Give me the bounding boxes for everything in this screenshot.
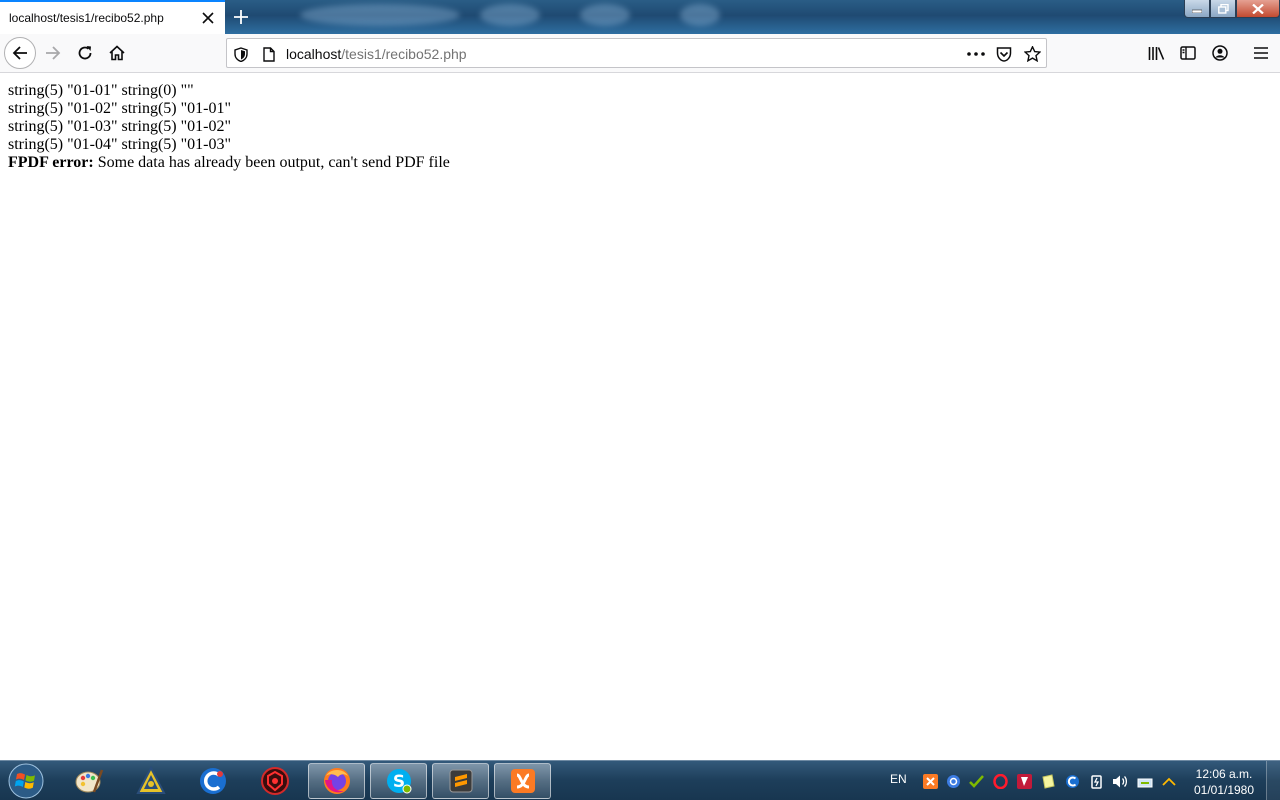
- xampp-icon: [510, 769, 535, 793]
- sidebar-button[interactable]: [1173, 38, 1203, 68]
- antivirus-icon: [260, 767, 289, 795]
- minimize-icon: [1192, 9, 1202, 13]
- taskbar: S EN 12:06 a.m. 01/01/1980: [0, 760, 1280, 800]
- output-line-3: string(5) "01-03" string(5) "01-02": [8, 118, 231, 135]
- windows-start-icon: [8, 763, 44, 799]
- reload-icon: [78, 46, 92, 60]
- hamburger-menu-icon: [1254, 47, 1268, 59]
- skype-icon: S: [386, 769, 411, 794]
- firefox-icon: [323, 768, 350, 794]
- tab-strip: localhost/tesis1/recibo52.php: [0, 0, 1280, 34]
- navigation-toolbar: localhost/tesis1/recibo52.php: [0, 34, 1280, 73]
- show-desktop-button[interactable]: [1266, 761, 1280, 800]
- page-actions-icon[interactable]: [967, 45, 985, 63]
- paint-icon: [75, 769, 103, 793]
- tray-xampp-icon[interactable]: [922, 773, 938, 789]
- arrow-right-icon: [46, 46, 61, 60]
- tracking-protection-icon[interactable]: [232, 45, 250, 63]
- taskbar-skype[interactable]: S: [370, 763, 427, 799]
- taskbar-arduino[interactable]: [122, 763, 179, 799]
- tray-ccleaner-icon[interactable]: [1064, 773, 1080, 789]
- start-button[interactable]: [0, 763, 52, 799]
- bookmark-star-icon[interactable]: [1023, 45, 1041, 63]
- menu-button[interactable]: [1246, 38, 1276, 68]
- output-line-1: string(5) "01-01" string(0) "": [8, 82, 194, 99]
- restore-icon: [1217, 3, 1229, 14]
- tab-title: localhost/tesis1/recibo52.php: [9, 11, 164, 25]
- tray-notes-icon[interactable]: [1040, 773, 1056, 789]
- output-line-4: string(5) "01-04" string(5) "01-03": [8, 136, 231, 153]
- tray-volume-icon[interactable]: [1112, 773, 1128, 789]
- system-clock[interactable]: 12:06 a.m. 01/01/1980: [1188, 766, 1260, 798]
- tray-opera-icon[interactable]: [992, 773, 1008, 789]
- reload-button[interactable]: [70, 38, 100, 68]
- tray-wifi-icon[interactable]: [1137, 773, 1153, 789]
- error-text: Some data has already been output, can't…: [93, 154, 450, 171]
- tray-show-hidden-icon[interactable]: [1161, 773, 1177, 789]
- arduino-icon: [135, 766, 166, 794]
- page-info-icon[interactable]: [260, 45, 278, 63]
- error-message: FPDF error: Some data has already been o…: [8, 154, 450, 172]
- url-text[interactable]: localhost/tesis1/recibo52.php: [286, 46, 467, 62]
- tray-power-icon[interactable]: [1088, 773, 1104, 789]
- language-indicator[interactable]: EN: [890, 772, 907, 786]
- new-tab-button[interactable]: [231, 7, 251, 27]
- ccleaner-icon: [199, 768, 226, 794]
- sidebar-icon: [1180, 46, 1196, 60]
- home-button[interactable]: [102, 38, 132, 68]
- minimize-button[interactable]: [1184, 0, 1210, 18]
- url-path: /tesis1/recibo52.php: [341, 46, 467, 62]
- forward-button[interactable]: [38, 38, 68, 68]
- error-label: FPDF error:: [8, 154, 94, 171]
- taskbar-xampp[interactable]: [494, 763, 551, 799]
- back-button[interactable]: [4, 37, 36, 69]
- restore-button[interactable]: [1210, 0, 1236, 18]
- taskbar-paint[interactable]: [60, 763, 117, 799]
- library-button[interactable]: [1141, 38, 1171, 68]
- close-icon: [1252, 3, 1264, 14]
- clock-date: 01/01/1980: [1193, 783, 1255, 797]
- taskbar-sublime-text[interactable]: [432, 763, 489, 799]
- taskbar-firefox[interactable]: [308, 763, 365, 799]
- tray-antivirus-icon[interactable]: [1016, 773, 1032, 789]
- taskbar-antivirus[interactable]: [246, 763, 303, 799]
- tray-security-icon[interactable]: [968, 773, 984, 789]
- page-content: string(5) "01-01" string(0) "" string(5)…: [8, 82, 450, 172]
- account-icon: [1212, 45, 1228, 61]
- window-controls: [1184, 0, 1280, 20]
- sublime-text-icon: [449, 769, 472, 793]
- library-icon: [1148, 46, 1164, 60]
- taskbar-ccleaner[interactable]: [184, 763, 241, 799]
- clock-time: 12:06 a.m.: [1195, 767, 1253, 781]
- account-button[interactable]: [1205, 38, 1235, 68]
- pocket-icon[interactable]: [995, 45, 1013, 63]
- arrow-left-icon: [12, 46, 27, 60]
- close-tab-icon[interactable]: [200, 10, 216, 26]
- url-host: localhost: [286, 46, 342, 62]
- output-line-2: string(5) "01-02" string(5) "01-01": [8, 100, 231, 117]
- home-icon: [109, 45, 125, 61]
- window-close-button[interactable]: [1236, 0, 1280, 18]
- plus-icon: [234, 10, 248, 24]
- tab-active[interactable]: localhost/tesis1/recibo52.php: [0, 0, 225, 34]
- url-bar[interactable]: localhost/tesis1/recibo52.php: [226, 38, 1047, 68]
- tray-network-icon[interactable]: [945, 773, 961, 789]
